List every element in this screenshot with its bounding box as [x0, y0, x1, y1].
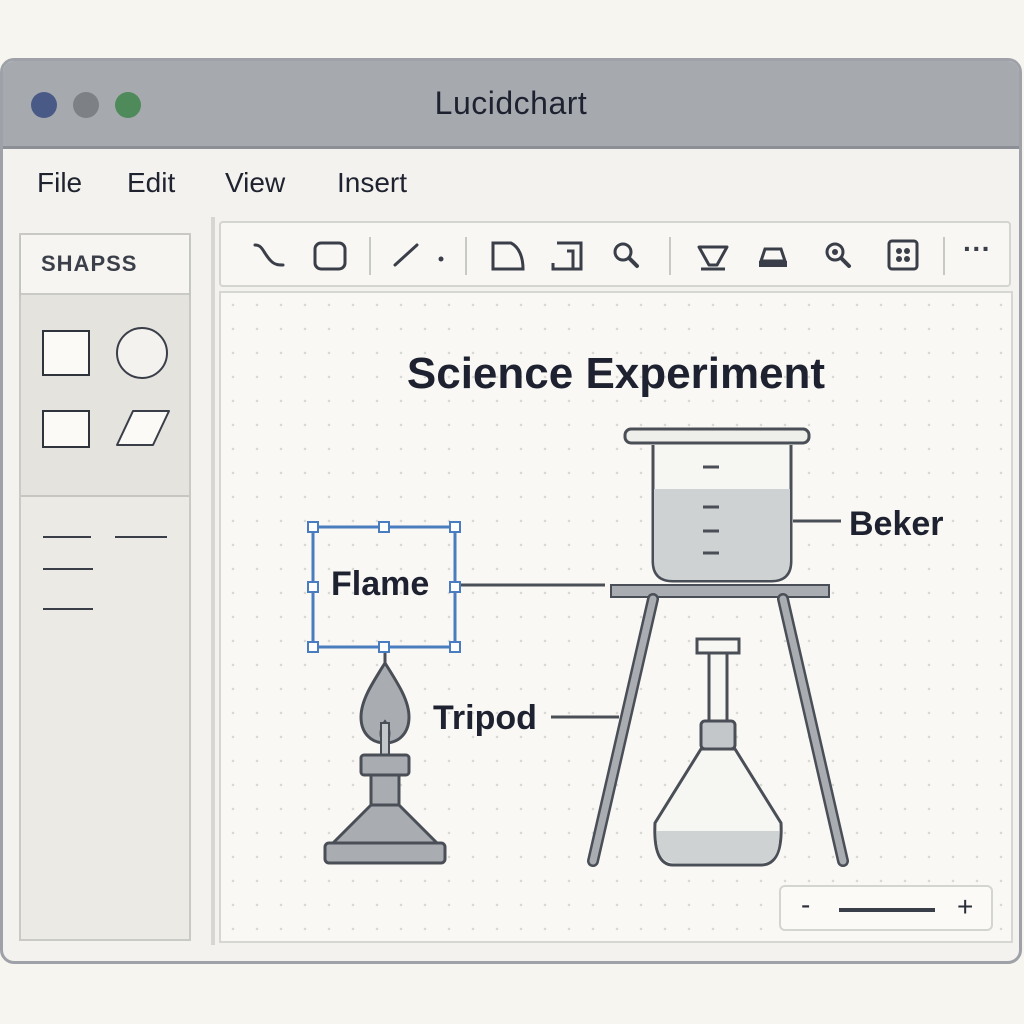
menu-edit[interactable]: Edit: [127, 167, 175, 199]
parallelogram-shape[interactable]: [113, 407, 173, 451]
point-icon[interactable]: [425, 237, 465, 273]
app-window: Lucidchart File Edit View Insert SHAPSS: [0, 58, 1022, 964]
resize-handle[interactable]: [307, 581, 319, 593]
toolbar: ···: [219, 221, 1011, 287]
rectangle-shape[interactable]: [41, 407, 93, 451]
resize-handle[interactable]: [449, 581, 461, 593]
shape-d-icon[interactable]: [487, 237, 527, 273]
resize-handle[interactable]: [449, 641, 461, 653]
zoom-in-button[interactable]: +: [957, 891, 973, 923]
resize-handle[interactable]: [307, 641, 319, 653]
zoom-out-button[interactable]: -: [801, 889, 810, 921]
toolbar-separator: [369, 237, 371, 275]
square-shape[interactable]: [41, 329, 93, 379]
menu-view[interactable]: View: [225, 167, 285, 199]
beaker-shape[interactable]: [623, 427, 811, 583]
flame-label: Flame: [331, 565, 430, 603]
toolbar-separator: [465, 237, 467, 275]
resize-handle[interactable]: [378, 521, 390, 533]
burner-shape[interactable]: [323, 649, 447, 865]
menu-insert[interactable]: Insert: [337, 167, 407, 199]
toolbar-separator: [669, 237, 671, 275]
grid-icon[interactable]: [883, 237, 923, 273]
circle-shape[interactable]: [113, 325, 171, 381]
toolbar-separator: [943, 237, 945, 275]
line-icon[interactable]: [387, 237, 427, 273]
beaker-label: Beker: [849, 505, 944, 543]
shapes-sidebar: SHAPSS: [19, 233, 191, 941]
search-icon[interactable]: [607, 237, 647, 273]
canvas-area: ··· Science Experiment Flame Beker Tripo…: [211, 217, 1015, 945]
resize-handle[interactable]: [378, 641, 390, 653]
diagram-drawing: [307, 427, 849, 867]
app-title: Lucidchart: [434, 85, 588, 121]
rounded-rect-icon[interactable]: [309, 237, 349, 273]
sidebar-title: SHAPSS: [41, 251, 138, 276]
sidebar-header: SHAPSS: [21, 235, 189, 295]
title-bar: Lucidchart: [3, 61, 1019, 149]
frame-icon[interactable]: [547, 237, 587, 273]
zoom-icon[interactable]: [819, 237, 859, 273]
lines-panel: [21, 497, 189, 937]
menu-file[interactable]: File: [37, 167, 82, 199]
zoom-slider[interactable]: [839, 908, 935, 912]
curve-connector-icon[interactable]: [249, 237, 289, 273]
tripod-label: Tripod: [433, 699, 537, 737]
shapes-panel: [21, 295, 189, 497]
more-icon[interactable]: ···: [963, 233, 1003, 269]
menu-bar: File Edit View Insert: [3, 149, 1019, 221]
funnel-icon[interactable]: [693, 237, 733, 273]
stamp-icon[interactable]: [753, 237, 793, 273]
diagram-canvas[interactable]: Science Experiment Flame Beker Tripod - …: [219, 291, 1013, 943]
flask-shape[interactable]: [653, 637, 783, 867]
resize-handle[interactable]: [449, 521, 461, 533]
line-styles[interactable]: [21, 497, 189, 617]
resize-handle[interactable]: [307, 521, 319, 533]
zoom-control: - +: [779, 885, 993, 931]
